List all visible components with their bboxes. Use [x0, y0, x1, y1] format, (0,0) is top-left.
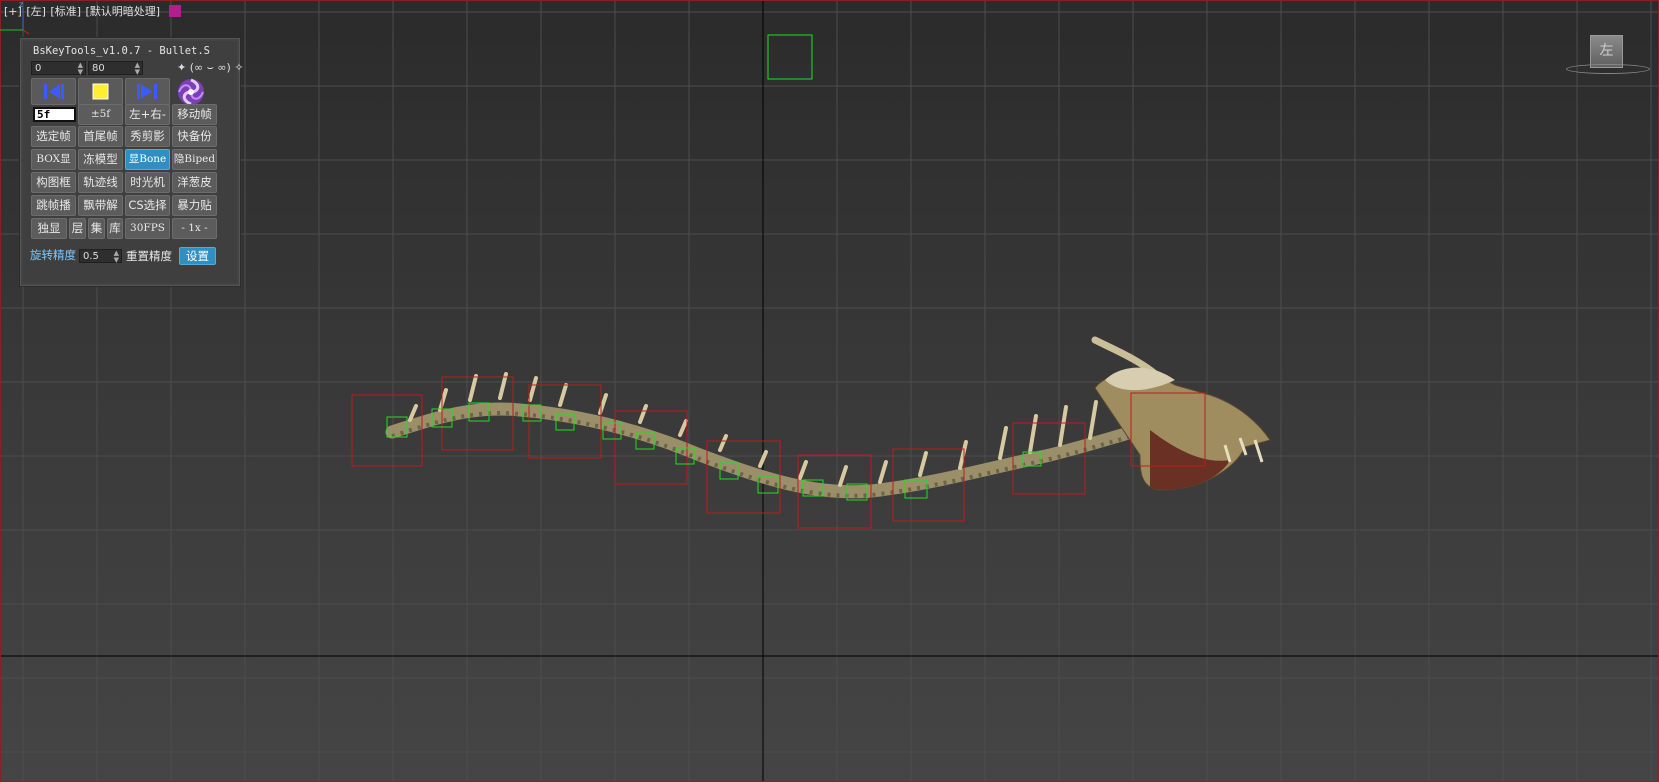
show-bone-button[interactable]: 显Bone	[125, 149, 170, 170]
spinner-arrows-icon[interactable]: ▲ ▼	[78, 62, 83, 76]
move-frame-button[interactable]: 移动帧	[172, 104, 217, 125]
prev-key-button[interactable]	[31, 78, 76, 105]
spinner-arrows-icon[interactable]: ▲ ▼	[114, 250, 119, 264]
playback-speed-button[interactable]: - 1x -	[172, 218, 217, 239]
spine-spike	[678, 419, 688, 437]
start-frame-value: 0	[35, 63, 42, 74]
next-key-icon	[137, 84, 157, 99]
panel-body: BsKeyTools_v1.0.7 - Bullet.S 0 ▲ ▼ 80 ▲ ▼ …	[23, 41, 244, 283]
spine-spike	[1058, 405, 1068, 447]
spinner-arrows-icon[interactable]: ▲ ▼	[135, 62, 140, 76]
viewport-canvas[interactable]	[0, 0, 1659, 782]
rotation-precision-spinner[interactable]: 0.5 ▲ ▼	[79, 249, 122, 264]
spine-spike	[468, 374, 478, 402]
spine-spike	[1028, 414, 1038, 454]
left-plus-right-minus-button[interactable]: 左+右-	[125, 104, 170, 125]
vp-menu-shading[interactable]: [默认明暗处理]	[86, 5, 161, 18]
viewcube-ring[interactable]	[1566, 64, 1650, 74]
next-key-button[interactable]	[125, 78, 170, 105]
dragon-skeleton[interactable]	[385, 336, 1271, 499]
spine-spike	[838, 465, 848, 487]
quick-backup-button[interactable]: 快备份	[172, 126, 217, 147]
panel-title: BsKeyTools_v1.0.7 - Bullet.S	[33, 45, 211, 57]
end-frame-spinner[interactable]: 80 ▲ ▼	[88, 61, 143, 76]
skip-frame-play-button[interactable]: 跳帧播	[31, 195, 76, 216]
spine-spike	[638, 404, 648, 424]
trajectory-button[interactable]: 轨迹线	[78, 172, 123, 193]
isolate-button[interactable]: 独显	[31, 218, 67, 239]
start-frame-spinner[interactable]: 0 ▲ ▼	[31, 61, 86, 76]
axis-z-label: z	[19, 0, 23, 9]
frame-step-input[interactable]: 5f	[33, 107, 76, 122]
spine-spike	[528, 376, 538, 402]
silhouette-button[interactable]: 秀剪影	[125, 126, 170, 147]
viewport-label[interactable]: [+] [左] [标准] [默认明暗处理]	[4, 3, 182, 19]
settings-button[interactable]: 设置	[179, 247, 216, 265]
axis-gizmo-icon: z	[0, 0, 30, 35]
set-button[interactable]: 集	[88, 218, 105, 239]
left-viewport[interactable]: [+] [左] [标准] [默认明暗处理] 左 z	[0, 0, 1659, 782]
cs-select-button[interactable]: CS选择	[125, 195, 170, 216]
first-last-frame-button[interactable]: 首尾帧	[78, 126, 123, 147]
hide-biped-button[interactable]: 隐Biped	[172, 149, 217, 170]
composition-frame-button[interactable]: 构图框	[31, 172, 76, 193]
layer-button[interactable]: 层	[69, 218, 86, 239]
box-display-button[interactable]: BOX显	[31, 149, 76, 170]
onion-skin-button[interactable]: 洋葱皮	[172, 172, 217, 193]
spine-spike	[558, 383, 568, 407]
spine-spike	[718, 434, 728, 452]
spine-spike	[498, 372, 508, 400]
spine-spike	[798, 460, 808, 480]
spine-spike	[758, 450, 768, 468]
spine-spike	[958, 440, 968, 470]
offset-5f-button[interactable]: ±5f	[78, 104, 123, 125]
time-machine-button[interactable]: 时光机	[125, 172, 170, 193]
vp-menu-standard[interactable]: [标准]	[50, 5, 81, 18]
rotation-precision-label: 旋转精度	[30, 248, 76, 262]
spine-spike	[438, 388, 448, 412]
rotation-precision-value: 0.5	[83, 251, 99, 262]
stop-button[interactable]	[78, 78, 123, 105]
selection-color-swatch[interactable]	[168, 5, 181, 17]
dragon-skull	[1091, 336, 1271, 491]
reset-precision-button[interactable]: 重置精度	[126, 248, 172, 264]
bskeytools-panel[interactable]: BsKeyTools_v1.0.7 - Bullet.S 0 ▲ ▼ 80 ▲ ▼ …	[19, 37, 244, 287]
prev-key-icon	[44, 84, 64, 99]
end-frame-value: 80	[92, 63, 105, 74]
spine-spike	[1088, 400, 1098, 440]
fps-button[interactable]: 30FPS	[125, 218, 170, 239]
helper-box	[767, 34, 813, 80]
library-button[interactable]: 库	[107, 218, 123, 239]
spine-spike	[878, 460, 888, 484]
selected-frame-button[interactable]: 选定帧	[31, 126, 76, 147]
stop-icon	[92, 83, 109, 100]
freeze-model-button[interactable]: 冻模型	[78, 149, 123, 170]
force-paste-button[interactable]: 暴力贴	[172, 195, 217, 216]
ribbon-solve-button[interactable]: 飘带解	[78, 195, 123, 216]
spine-spike	[998, 426, 1008, 460]
misc-toggle-icons[interactable]: ✦ (∞ ⌣ ∞) ✧	[177, 61, 244, 75]
viewport-border	[0, 0, 1659, 782]
